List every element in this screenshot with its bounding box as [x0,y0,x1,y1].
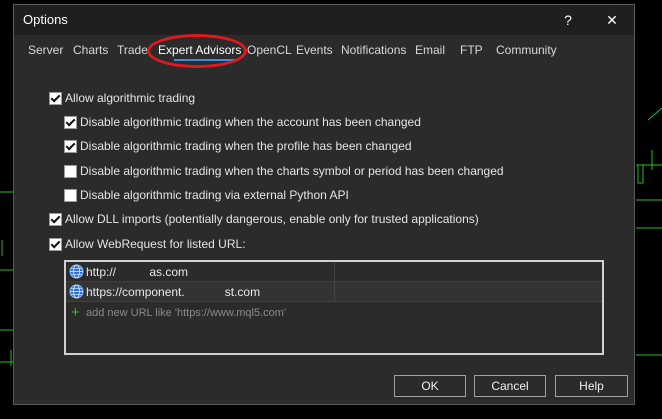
disable-on-symbol-change-checkbox[interactable] [64,165,77,178]
url-row[interactable]: http:// as.com [66,262,602,282]
disable-on-account-change-checkbox[interactable] [64,116,77,129]
tab-email[interactable]: Email [415,43,445,57]
url-list[interactable]: http:// as.com https://component. st.com… [64,260,604,355]
ok-button[interactable]: OK [394,375,466,397]
help-button[interactable]: Help [555,375,628,397]
tab-ftp[interactable]: FTP [460,43,483,57]
add-url-placeholder: add new URL like 'https://www.mql5.com' [86,307,287,319]
tab-notifications[interactable]: Notifications [341,43,406,57]
title-bar[interactable]: Options ? ✕ [14,5,634,35]
column-divider [334,262,335,281]
tab-trade[interactable]: Trade [117,43,148,57]
allow-dll-imports-label: Allow DLL imports (potentially dangerous… [65,212,479,226]
url-row[interactable]: https://component. st.com [66,282,602,302]
disable-on-symbol-change-label: Disable algorithmic trading when the cha… [80,164,504,178]
tab-bar: Server Charts Trade Expert Advisors Open… [14,43,634,65]
options-dialog: Options ? ✕ Server Charts Trade Expert A… [13,4,635,405]
dialog-title: Options [23,12,68,27]
disable-on-account-change-label: Disable algorithmic trading when the acc… [80,115,421,129]
disable-on-profile-change-checkbox[interactable] [64,140,77,153]
globe-icon [69,284,84,299]
tab-opencl[interactable]: OpenCL [247,43,292,57]
close-icon[interactable]: ✕ [598,8,626,32]
globe-icon [69,264,84,279]
tab-charts[interactable]: Charts [73,43,108,57]
allow-algo-trading-label: Allow algorithmic trading [65,91,196,105]
dialog-footer: OK Cancel Help [14,367,634,405]
allow-webrequest-label: Allow WebRequest for listed URL: [65,237,246,251]
add-url-row[interactable]: + add new URL like 'https://www.mql5.com… [66,304,602,324]
column-divider [334,282,335,301]
url-text: http:// as.com [86,265,189,279]
tab-community[interactable]: Community [496,43,557,57]
tab-server[interactable]: Server [28,43,63,57]
allow-algo-trading-checkbox[interactable] [49,92,62,105]
cancel-button[interactable]: Cancel [474,375,546,397]
disable-via-python-label: Disable algorithmic trading via external… [80,188,349,202]
disable-via-python-checkbox[interactable] [64,189,77,202]
allow-dll-imports-checkbox[interactable] [49,213,62,226]
tab-expert-advisors[interactable]: Expert Advisors [158,43,241,57]
plus-icon[interactable]: + [71,305,80,320]
help-title-button[interactable]: ? [554,8,582,32]
disable-on-profile-change-label: Disable algorithmic trading when the pro… [80,139,412,153]
active-tab-indicator [174,59,238,61]
allow-webrequest-checkbox[interactable] [49,238,62,251]
tab-events[interactable]: Events [296,43,333,57]
url-text: https://component. st.com [86,285,261,299]
